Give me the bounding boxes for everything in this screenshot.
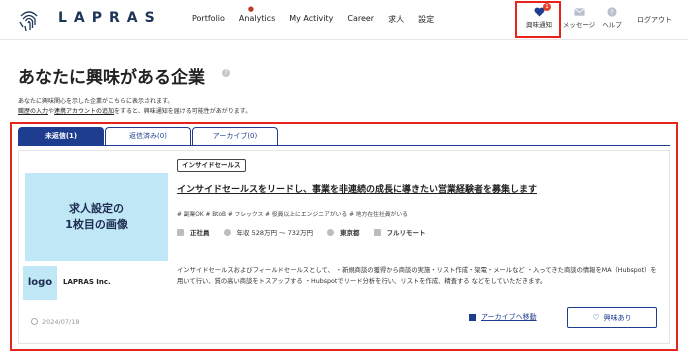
location-label: 東京都 [340,229,360,237]
clock-icon [31,318,38,325]
job-category-tag: インサイドセールス [177,159,246,172]
svg-text:?: ? [610,9,614,17]
message-label: メッセージ [562,21,596,29]
location: 東京都 [327,227,360,237]
archive-box-icon [469,313,476,321]
job-cover-line1: 求人設定の [69,202,124,215]
yen-icon [223,228,231,236]
logout-link[interactable]: ログアウト [637,15,672,25]
page-title: あなたに興味がある企業 [18,68,205,88]
linked-account-link[interactable]: 連携アカウントの追加 [54,108,114,115]
help-label: ヘルプ [602,21,622,29]
help-button[interactable]: ? ヘルプ [599,7,625,29]
heart-outline-icon: ♡ [592,313,600,322]
main-nav: Portfolio ● Analytics My Activity Career… [192,5,448,25]
salary-label: 年収 528万円 〜 732万円 [236,229,314,237]
building-icon [373,228,381,236]
interest-notification-label: 興味通知 [526,21,552,29]
person-icon [177,228,184,236]
desc-rest: をすると、興味通知を届ける可能性があがります。 [114,108,252,115]
career-input-link[interactable]: 職歴の入力 [18,108,48,115]
page-description-links: 職歴の入力や連携アカウントの追加をすると、興味通知を届ける可能性があがります。 [18,106,251,115]
employment-type: 正社員 [177,227,210,237]
message-button[interactable]: メッセージ [561,7,597,29]
nav-my-activity[interactable]: My Activity [289,14,333,25]
tab-archive[interactable]: アーカイブ(0) [192,127,278,145]
job-title-link[interactable]: インサイドセールスをリードし、事業を非連続の成長に導きたい営業経験者を募集します [177,182,537,195]
new-badge-icon: ● [247,5,255,13]
nav-portfolio[interactable]: Portfolio [192,14,225,25]
notification-count-badge: 1 [543,3,551,11]
tab-bar: 未返信(1) 返信済み(0) アーカイブ(0) [18,127,279,145]
tab-replied[interactable]: 返信済み(0) [105,127,191,145]
remote-policy-label: フルリモート [386,229,426,237]
remote-policy: フルリモート [373,227,426,237]
interest-notification-button[interactable]: 興味通知 [520,7,558,29]
job-description: インサイドセールスおよびフィールドセールスとして、 ・新規商談の獲得から商談の実… [177,267,657,285]
company-logo[interactable]: logo [23,266,57,300]
nav-analytics-label: Analytics [238,14,276,23]
job-hashtags: # 副業OK # BtoB # フレックス # 役員以上にエンジニアがいる # … [177,212,408,218]
nav-jobs[interactable]: 求人 [388,14,404,25]
tab-divider [18,145,670,146]
fingerprint-logo-icon[interactable] [16,7,42,33]
nav-analytics[interactable]: ● Analytics [238,5,276,25]
nav-settings[interactable]: 設定 [418,14,434,25]
nav-career[interactable]: Career [347,14,374,25]
job-meta: 正社員 年収 528万円 〜 732万円 東京都 フルリモート [177,227,440,237]
title-help-icon[interactable]: ? [222,69,230,77]
top-header: LAPRAS Portfolio ● Analytics My Activity… [0,0,688,40]
salary: 年収 528万円 〜 732万円 [223,227,314,237]
move-to-archive-button[interactable]: アーカイブへ移動 [469,312,537,322]
job-cover-image[interactable]: 求人設定の 1枚目の画像 [25,173,168,261]
location-pin-icon [327,228,335,236]
received-date: 2024/07/18 [42,318,80,326]
brand-wordmark[interactable]: LAPRAS [58,10,162,26]
page-description: あなたに興味関心を示した企業がこちらに表示されます。 [18,98,174,105]
job-cover-line2: 1枚目の画像 [65,218,128,231]
tab-unreplied[interactable]: 未返信(1) [18,127,104,145]
company-name[interactable]: LAPRAS Inc. [63,278,111,286]
envelope-icon [573,7,585,16]
question-circle-icon: ? [607,7,617,17]
archive-label: アーカイブへ移動 [481,313,537,321]
interested-label: 興味あり [603,313,632,322]
interested-button[interactable]: ♡ 興味あり [567,307,657,328]
employment-type-label: 正社員 [190,229,210,237]
